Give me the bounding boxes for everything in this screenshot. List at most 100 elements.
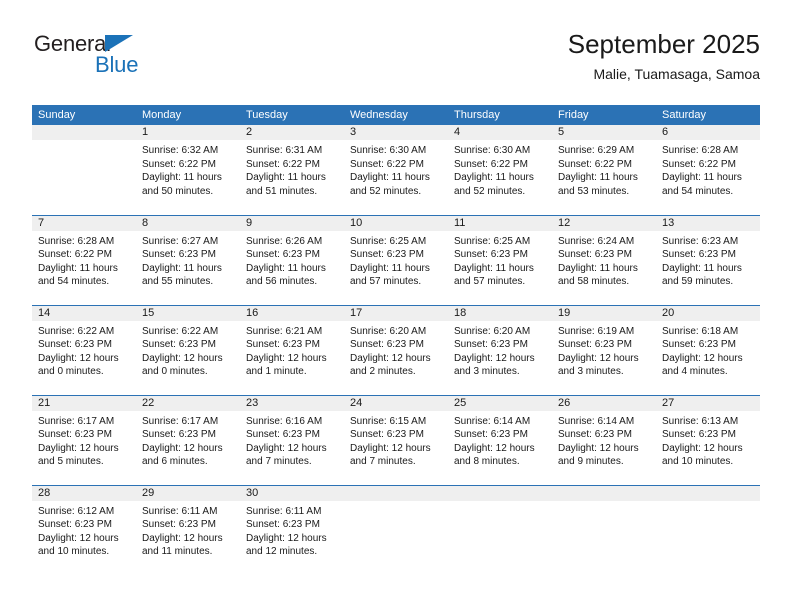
sunset-text: Sunset: 6:22 PM	[662, 158, 736, 170]
day-cell[interactable]: 19 Sunrise: 6:19 AM Sunset: 6:23 PM Dayligh…	[552, 304, 656, 395]
weekday-header-tuesday: Tuesday	[240, 105, 344, 125]
daylight-text-line1: Daylight: 12 hours	[558, 442, 639, 454]
day-cell[interactable]: 9 Sunrise: 6:26 AM Sunset: 6:23 PM Daylight…	[240, 214, 344, 305]
daylight-text-line1: Daylight: 11 hours	[142, 262, 222, 274]
day-cell[interactable]: 23 Sunrise: 6:16 AM Sunset: 6:23 PM Dayligh…	[240, 394, 344, 485]
sunrise-text: Sunrise: 6:14 AM	[558, 415, 635, 427]
sunset-text: Sunset: 6:23 PM	[350, 429, 424, 440]
day-details: Sunrise: 6:11 AM Sunset: 6:23 PM Daylight:…	[240, 501, 344, 559]
day-cell[interactable]: 7 Sunrise: 6:28 AM Sunset: 6:22 PM Daylight…	[32, 214, 136, 305]
day-cell[interactable]: 26 Sunrise: 6:14 AM Sunset: 6:23 PM Dayligh…	[552, 394, 656, 485]
logo-text-blue: Blue	[95, 52, 139, 77]
day-number: 16	[240, 305, 344, 321]
daylight-text-line1: Daylight: 11 hours	[246, 172, 326, 183]
day-details: Sunrise: 6:25 AM Sunset: 6:23 PM Daylight:…	[448, 231, 552, 289]
day-number: 14	[32, 305, 136, 321]
sunrise-text: Sunrise: 6:28 AM	[38, 235, 115, 247]
sunset-text: Sunset: 6:23 PM	[454, 339, 528, 350]
day-cell[interactable]: 20 Sunrise: 6:18 AM Sunset: 6:23 PM Dayligh…	[656, 304, 760, 395]
day-cell[interactable]: 30 Sunrise: 6:11 AM Sunset: 6:23 PM Dayligh…	[240, 484, 344, 575]
day-cell[interactable]: 25 Sunrise: 6:14 AM Sunset: 6:23 PM Dayligh…	[448, 394, 552, 485]
day-details: Sunrise: 6:18 AM Sunset: 6:23 PM Daylight:…	[656, 321, 760, 379]
day-cell[interactable]: 11 Sunrise: 6:25 AM Sunset: 6:23 PM Dayligh…	[448, 214, 552, 305]
daylight-text-line1: Daylight: 11 hours	[246, 262, 326, 274]
day-number: 5	[552, 125, 656, 140]
daylight-text-line2: and 53 minutes.	[558, 185, 630, 197]
day-details: Sunrise: 6:29 AM Sunset: 6:22 PM Daylight:…	[552, 140, 656, 198]
sunset-text: Sunset: 6:22 PM	[558, 158, 632, 170]
daylight-text-line2: and 4 minutes.	[662, 366, 728, 377]
calendar-week-row: 1 Sunrise: 6:32 AM Sunset: 6:22 PM Daylight…	[32, 125, 760, 215]
daylight-text-line1: Daylight: 11 hours	[38, 262, 118, 274]
day-details: Sunrise: 6:22 AM Sunset: 6:23 PM Daylight:…	[136, 321, 240, 379]
day-cell[interactable]: 22 Sunrise: 6:17 AM Sunset: 6:23 PM Dayligh…	[136, 394, 240, 485]
day-number: 20	[656, 305, 760, 321]
daylight-text-line2: and 6 minutes.	[142, 456, 208, 467]
day-cell[interactable]: 2 Sunrise: 6:31 AM Sunset: 6:22 PM Daylight…	[240, 125, 344, 215]
day-cell[interactable]: 1 Sunrise: 6:32 AM Sunset: 6:22 PM Daylight…	[136, 125, 240, 215]
daylight-text-line1: Daylight: 11 hours	[454, 262, 534, 274]
daylight-text-line1: Daylight: 12 hours	[38, 532, 119, 544]
sunset-text: Sunset: 6:23 PM	[142, 249, 216, 260]
day-cell[interactable]: 27 Sunrise: 6:13 AM Sunset: 6:23 PM Dayligh…	[656, 394, 760, 485]
day-details: Sunrise: 6:23 AM Sunset: 6:23 PM Daylight:…	[656, 231, 760, 289]
day-cell[interactable]: 15 Sunrise: 6:22 AM Sunset: 6:23 PM Dayligh…	[136, 304, 240, 395]
day-cell[interactable]: 8 Sunrise: 6:27 AM Sunset: 6:23 PM Daylight…	[136, 214, 240, 305]
day-cell[interactable]: 14 Sunrise: 6:22 AM Sunset: 6:23 PM Dayligh…	[32, 304, 136, 395]
day-details: Sunrise: 6:21 AM Sunset: 6:23 PM Daylight:…	[240, 321, 344, 379]
day-cell[interactable]: 5 Sunrise: 6:29 AM Sunset: 6:22 PM Daylight…	[552, 125, 656, 215]
day-number: 6	[656, 125, 760, 140]
daylight-text-line2: and 3 minutes.	[558, 366, 624, 377]
sunset-text: Sunset: 6:23 PM	[662, 339, 736, 350]
weekday-header-wednesday: Wednesday	[344, 105, 448, 125]
day-cell[interactable]: 16 Sunrise: 6:21 AM Sunset: 6:23 PM Dayligh…	[240, 304, 344, 395]
calendar-header-row: Sunday Monday Tuesday Wednesday Thursday Frid…	[32, 105, 760, 125]
sunrise-text: Sunrise: 6:11 AM	[246, 505, 322, 517]
calendar-week-row: 28 Sunrise: 6:12 AM Sunset: 6:23 PM Dayligh…	[32, 484, 760, 575]
daylight-text-line2: and 2 minutes.	[350, 366, 416, 377]
day-cell[interactable]: 4 Sunrise: 6:30 AM Sunset: 6:22 PM Daylight…	[448, 125, 552, 215]
day-cell[interactable]: 21 Sunrise: 6:17 AM Sunset: 6:23 PM Dayligh…	[32, 394, 136, 485]
sunrise-text: Sunrise: 6:25 AM	[454, 235, 531, 247]
title-block: September 2025 Malie, Tuamasaga, Samoa	[568, 28, 760, 84]
day-cell[interactable]: 12 Sunrise: 6:24 AM Sunset: 6:23 PM Dayligh…	[552, 214, 656, 305]
day-cell[interactable]: 18 Sunrise: 6:20 AM Sunset: 6:23 PM Dayligh…	[448, 304, 552, 395]
sunrise-text: Sunrise: 6:19 AM	[558, 325, 635, 337]
sunrise-text: Sunrise: 6:24 AM	[558, 235, 635, 247]
day-details: Sunrise: 6:16 AM Sunset: 6:23 PM Daylight:…	[240, 411, 344, 469]
day-number: 1	[136, 125, 240, 140]
day-details: Sunrise: 6:30 AM Sunset: 6:22 PM Daylight:…	[448, 140, 552, 198]
daylight-text-line1: Daylight: 11 hours	[662, 172, 742, 183]
sunset-text: Sunset: 6:23 PM	[246, 339, 320, 350]
daylight-text-line1: Daylight: 11 hours	[350, 172, 430, 183]
daylight-text-line2: and 10 minutes.	[38, 546, 110, 557]
sunrise-text: Sunrise: 6:31 AM	[246, 145, 323, 156]
daylight-text-line1: Daylight: 11 hours	[350, 262, 430, 274]
calendar-body: 1 Sunrise: 6:32 AM Sunset: 6:22 PM Daylight…	[32, 125, 760, 575]
day-number: 29	[136, 485, 240, 501]
daylight-text-line1: Daylight: 12 hours	[454, 352, 535, 364]
generalblue-logo[interactable]: General Blue	[32, 32, 222, 88]
day-number: 3	[344, 125, 448, 140]
day-cell[interactable]: 10 Sunrise: 6:25 AM Sunset: 6:23 PM Dayligh…	[344, 214, 448, 305]
day-cell[interactable]: 3 Sunrise: 6:30 AM Sunset: 6:22 PM Daylight…	[344, 125, 448, 215]
daylight-text-line2: and 0 minutes.	[142, 366, 208, 377]
day-details: Sunrise: 6:22 AM Sunset: 6:23 PM Daylight:…	[32, 321, 136, 379]
sunrise-text: Sunrise: 6:11 AM	[142, 505, 218, 517]
day-cell[interactable]: 13 Sunrise: 6:23 AM Sunset: 6:23 PM Dayligh…	[656, 214, 760, 305]
day-cell[interactable]: 29 Sunrise: 6:11 AM Sunset: 6:23 PM Dayligh…	[136, 484, 240, 575]
sunset-text: Sunset: 6:23 PM	[142, 339, 216, 350]
day-cell[interactable]: 28 Sunrise: 6:12 AM Sunset: 6:23 PM Dayligh…	[32, 484, 136, 575]
calendar-page: General Blue September 2025 Malie, Tuama…	[0, 0, 792, 612]
daylight-text-line1: Daylight: 11 hours	[142, 172, 222, 183]
sunrise-text: Sunrise: 6:30 AM	[350, 145, 427, 156]
sunrise-text: Sunrise: 6:14 AM	[454, 415, 531, 427]
day-cell[interactable]: 6 Sunrise: 6:28 AM Sunset: 6:22 PM Daylight…	[656, 125, 760, 215]
day-cell[interactable]: 17 Sunrise: 6:20 AM Sunset: 6:23 PM Dayligh…	[344, 304, 448, 395]
day-cell[interactable]: 24 Sunrise: 6:15 AM Sunset: 6:23 PM Dayligh…	[344, 394, 448, 485]
day-number: 19	[552, 305, 656, 321]
day-details: Sunrise: 6:31 AM Sunset: 6:22 PM Daylight:…	[240, 140, 344, 198]
daylight-text-line2: and 8 minutes.	[454, 456, 520, 467]
day-details: Sunrise: 6:32 AM Sunset: 6:22 PM Daylight:…	[136, 140, 240, 198]
day-number: 25	[448, 395, 552, 411]
